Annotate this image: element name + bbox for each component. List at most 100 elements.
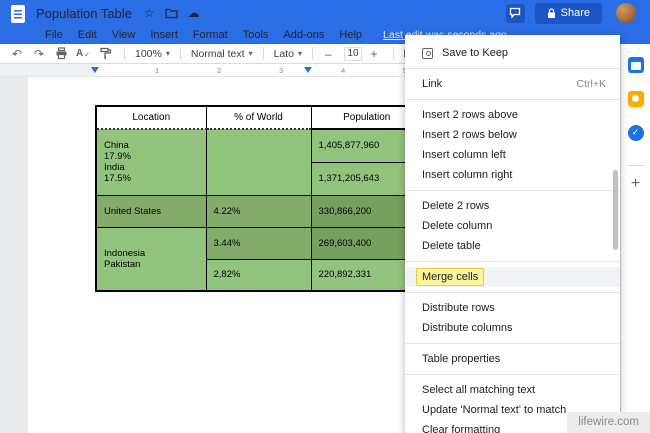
toolbar-divider — [263, 47, 264, 60]
context-menu-item-insert-column-left[interactable]: Insert column left — [405, 145, 620, 165]
menu-divider — [405, 99, 620, 100]
get-addons-button[interactable]: + — [631, 176, 640, 192]
comment-bubble-icon — [509, 7, 521, 19]
context-menu-list: Save to Keep Link Ctrl+K Insert 2 rows abov… — [405, 43, 620, 433]
share-label: Share — [561, 7, 590, 19]
context-menu-scrollbar[interactable] — [613, 170, 618, 250]
ruler-number: 3 — [279, 66, 283, 75]
menu-item-label: Delete table — [422, 240, 481, 252]
google-docs-window: Population Table ☆ ☁ Share File Edit View I… — [0, 0, 650, 433]
spellcheck-button[interactable]: A✓ — [74, 43, 92, 65]
ruler-number: 1 — [155, 66, 159, 75]
print-button[interactable] — [52, 47, 70, 60]
paragraph-style-select[interactable]: Normal text ▾ — [187, 48, 257, 60]
paragraph-style-value: Normal text — [191, 48, 245, 60]
ruler-number: 2 — [217, 66, 221, 75]
chevron-down-icon: ▾ — [298, 49, 302, 58]
title-row: Population Table ☆ ☁ Share — [0, 0, 650, 26]
side-panel: + — [620, 44, 650, 433]
lock-icon — [547, 8, 556, 19]
zoom-select[interactable]: 100%▾ — [131, 48, 174, 60]
tasks-icon[interactable] — [628, 125, 644, 141]
font-size-input[interactable]: 10 — [344, 47, 362, 61]
menu-item-label: Insert 2 rows above — [422, 109, 518, 121]
decrease-font-size-button[interactable]: – — [319, 45, 337, 63]
menu-addons[interactable]: Add-ons — [283, 29, 324, 41]
cell-location-indonesia-pakistan[interactable]: Indonesia Pakistan — [96, 227, 206, 291]
menu-item-label: Table properties — [422, 353, 500, 365]
menu-item-label: Insert column right — [422, 169, 512, 181]
watermark: lifewire.com — [567, 412, 650, 433]
menu-divider — [405, 68, 620, 69]
cell-location-china-india[interactable]: China 17.9% India 17.5% — [96, 129, 206, 195]
move-folder-icon[interactable] — [165, 8, 178, 19]
cell-percent-united-states[interactable]: 4.22% — [206, 195, 311, 227]
undo-button[interactable]: ↶ — [8, 45, 26, 63]
menu-file[interactable]: File — [45, 29, 63, 41]
menu-bar-items: File Edit View Insert Format Tools Add-ons Help — [45, 29, 377, 41]
increase-font-size-button[interactable]: + — [365, 45, 383, 63]
side-panel-divider — [627, 165, 645, 166]
calendar-icon[interactable] — [628, 57, 644, 73]
context-menu-item-distribute-columns[interactable]: Distribute columns — [405, 318, 620, 338]
user-avatar[interactable] — [616, 3, 636, 23]
context-menu-item-link[interactable]: Link Ctrl+K — [405, 74, 620, 94]
menu-divider — [405, 374, 620, 375]
font-family-select[interactable]: Lato▾ — [270, 48, 306, 60]
context-menu-item-select-all-matching-text[interactable]: Select all matching text — [405, 380, 620, 400]
keep-note-icon — [422, 48, 433, 59]
indent-marker-icon[interactable] — [304, 67, 312, 77]
cell-location-united-states[interactable]: United States — [96, 195, 206, 227]
cell-percent-pakistan[interactable]: 2,82% — [206, 259, 311, 291]
cell-percent-indonesia[interactable]: 3.44% — [206, 227, 311, 259]
context-menu-item-distribute-rows[interactable]: Distribute rows — [405, 298, 620, 318]
context-menu-item-delete-column[interactable]: Delete column — [405, 216, 620, 236]
document-title[interactable]: Population Table — [36, 6, 132, 21]
menu-shortcut: Ctrl+K — [577, 78, 606, 90]
context-menu-item-insert-2-rows-above[interactable]: Insert 2 rows above — [405, 105, 620, 125]
context-menu-item-save-to-keep[interactable]: Save to Keep — [405, 43, 620, 63]
context-menu-item-table-properties[interactable]: Table properties — [405, 349, 620, 369]
star-icon[interactable]: ☆ — [144, 7, 155, 19]
cell-percent-china-india[interactable] — [206, 129, 311, 195]
menu-help[interactable]: Help — [339, 29, 362, 41]
menu-view[interactable]: View — [112, 29, 136, 41]
toolbar-divider — [180, 47, 181, 60]
context-menu-item-delete-2-rows[interactable]: Delete 2 rows — [405, 196, 620, 216]
spellcheck-letter: A — [76, 45, 83, 63]
chevron-down-icon: ▾ — [249, 49, 253, 58]
context-menu-item-insert-2-rows-below[interactable]: Insert 2 rows below — [405, 125, 620, 145]
menu-tools[interactable]: Tools — [243, 29, 269, 41]
share-button[interactable]: Share — [535, 3, 602, 24]
menu-divider — [405, 292, 620, 293]
google-docs-logo-icon[interactable] — [11, 5, 25, 23]
context-menu-item-insert-column-right[interactable]: Insert column right — [405, 165, 620, 185]
menu-insert[interactable]: Insert — [150, 29, 178, 41]
keep-icon[interactable] — [628, 91, 644, 107]
menu-item-label: Distribute columns — [422, 322, 512, 334]
menu-item-label: Insert column left — [422, 149, 506, 161]
context-menu-item-merge-cells[interactable]: Merge cells — [405, 267, 620, 287]
menu-item-label: Link — [422, 78, 442, 90]
menu-format[interactable]: Format — [193, 29, 228, 41]
menu-item-label: Save to Keep — [442, 47, 508, 59]
menu-item-label: Distribute rows — [422, 302, 495, 314]
menu-item-label: Select all matching text — [422, 384, 535, 396]
menu-divider — [405, 190, 620, 191]
table-header-percent-of-world[interactable]: % of World — [206, 106, 311, 129]
menu-item-label: Update 'Normal text' to match — [422, 404, 566, 416]
cloud-status-icon: ☁ — [188, 7, 200, 19]
open-comments-button[interactable] — [506, 4, 525, 23]
menu-edit[interactable]: Edit — [78, 29, 97, 41]
toolbar-divider — [124, 47, 125, 60]
menu-item-label: Merge cells — [416, 268, 484, 286]
toolbar-divider — [312, 47, 313, 60]
table-header-location[interactable]: Location — [96, 106, 206, 129]
redo-button[interactable]: ↷ — [30, 45, 48, 63]
chevron-down-icon: ▾ — [166, 49, 170, 58]
context-menu-item-delete-table[interactable]: Delete table — [405, 236, 620, 256]
menu-item-label: Insert 2 rows below — [422, 129, 517, 141]
menu-item-label: Delete column — [422, 220, 492, 232]
indent-marker-icon[interactable] — [91, 67, 99, 77]
paint-format-button[interactable] — [96, 47, 114, 60]
